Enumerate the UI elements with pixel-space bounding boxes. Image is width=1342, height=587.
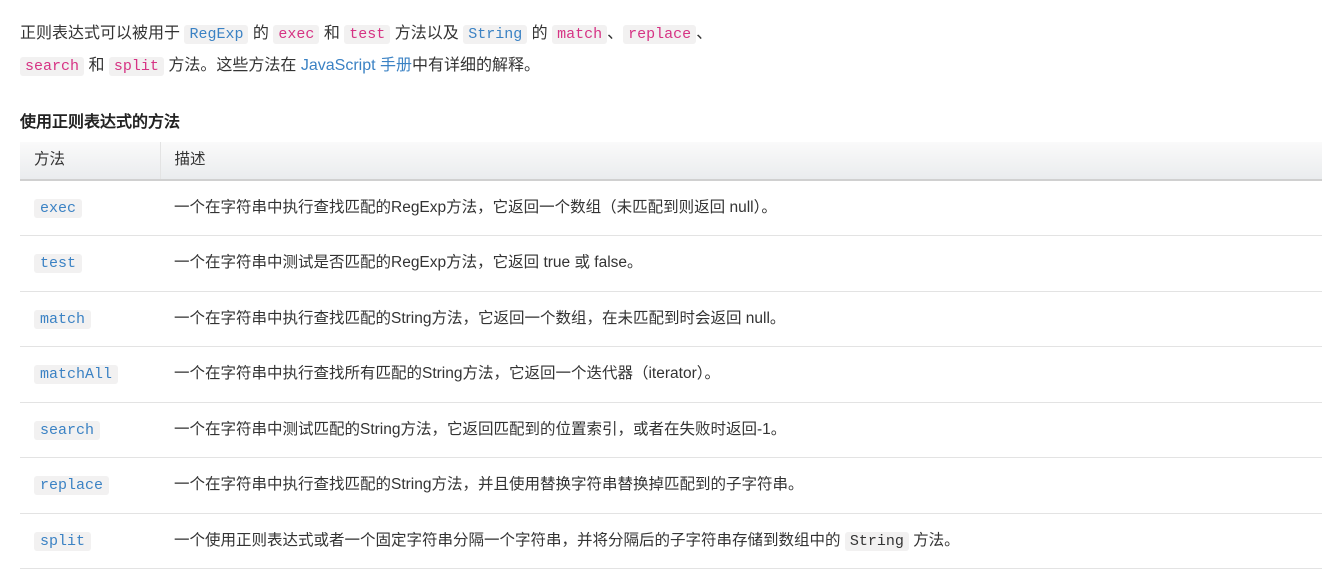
intro-text: 方法。这些方法在 — [164, 57, 301, 74]
search-code: search — [20, 57, 84, 76]
table-row: exec 一个在字符串中执行查找匹配的RegExp方法，它返回一个数组（未匹配到则… — [20, 180, 1322, 236]
intro-paragraph: 正则表达式可以被用于 RegExp 的 exec 和 test 方法以及 Str… — [20, 20, 1322, 79]
method-link[interactable]: test — [34, 254, 82, 273]
method-link[interactable]: exec — [34, 199, 82, 218]
table-row: matchAll 一个在字符串中执行查找所有匹配的String方法，它返回一个迭代… — [20, 347, 1322, 403]
intro-text: 正则表达式可以被用于 — [20, 25, 184, 42]
intro-text: 的 — [248, 25, 273, 42]
header-desc: 描述 — [160, 142, 1322, 179]
match-code: match — [552, 25, 607, 44]
split-code: split — [109, 57, 164, 76]
method-cell: matchAll — [20, 347, 160, 403]
table-caption: 使用正则表达式的方法 — [20, 109, 1322, 136]
intro-text: 方法以及 — [390, 25, 463, 42]
regexp-code: RegExp — [184, 25, 248, 44]
method-link[interactable]: split — [34, 532, 91, 551]
replace-code: replace — [623, 25, 696, 44]
intro-text: 和 — [319, 25, 344, 42]
desc-cell: 一个在字符串中执行查找匹配的String方法，并且使用替换字符串替换掉匹配到的子… — [160, 458, 1322, 514]
desc-cell: 一个在字符串中执行查找所有匹配的String方法，它返回一个迭代器（iterat… — [160, 347, 1322, 403]
method-cell: search — [20, 402, 160, 458]
test-code: test — [344, 25, 390, 44]
intro-text: 、 — [607, 25, 623, 42]
method-cell: match — [20, 291, 160, 347]
method-link[interactable]: match — [34, 310, 91, 329]
method-cell: exec — [20, 180, 160, 236]
table-row: test 一个在字符串中测试是否匹配的RegExp方法，它返回 true 或 fa… — [20, 236, 1322, 292]
method-cell: test — [20, 236, 160, 292]
intro-text: 中有详细的解释。 — [412, 57, 540, 74]
intro-text: 和 — [84, 57, 109, 74]
method-link[interactable]: replace — [34, 476, 109, 495]
desc-cell: 一个在字符串中测试是否匹配的RegExp方法，它返回 true 或 false。 — [160, 236, 1322, 292]
intro-text: 的 — [527, 25, 552, 42]
header-method: 方法 — [20, 142, 160, 179]
desc-cell: 一个在字符串中执行查找匹配的RegExp方法，它返回一个数组（未匹配到则返回 n… — [160, 180, 1322, 236]
method-link[interactable]: matchAll — [34, 365, 118, 384]
exec-code: exec — [273, 25, 319, 44]
method-link[interactable]: search — [34, 421, 100, 440]
intro-text: 、 — [696, 25, 712, 42]
string-code: String — [463, 25, 527, 44]
desc-cell: 一个在字符串中执行查找匹配的String方法，它返回一个数组，在未匹配到时会返回… — [160, 291, 1322, 347]
table-row: replace 一个在字符串中执行查找匹配的String方法，并且使用替换字符串替… — [20, 458, 1322, 514]
method-cell: replace — [20, 458, 160, 514]
string-code: String — [845, 532, 909, 551]
desc-cell: 一个在字符串中测试匹配的String方法，它返回匹配到的位置索引，或者在失败时返… — [160, 402, 1322, 458]
table-row: search 一个在字符串中测试匹配的String方法，它返回匹配到的位置索引，或… — [20, 402, 1322, 458]
js-manual-link[interactable]: JavaScript 手册 — [301, 57, 412, 74]
methods-table: 方法 描述 exec 一个在字符串中执行查找匹配的RegExp方法，它返回一个数组… — [20, 142, 1322, 569]
table-row: match 一个在字符串中执行查找匹配的String方法，它返回一个数组，在未匹配… — [20, 291, 1322, 347]
